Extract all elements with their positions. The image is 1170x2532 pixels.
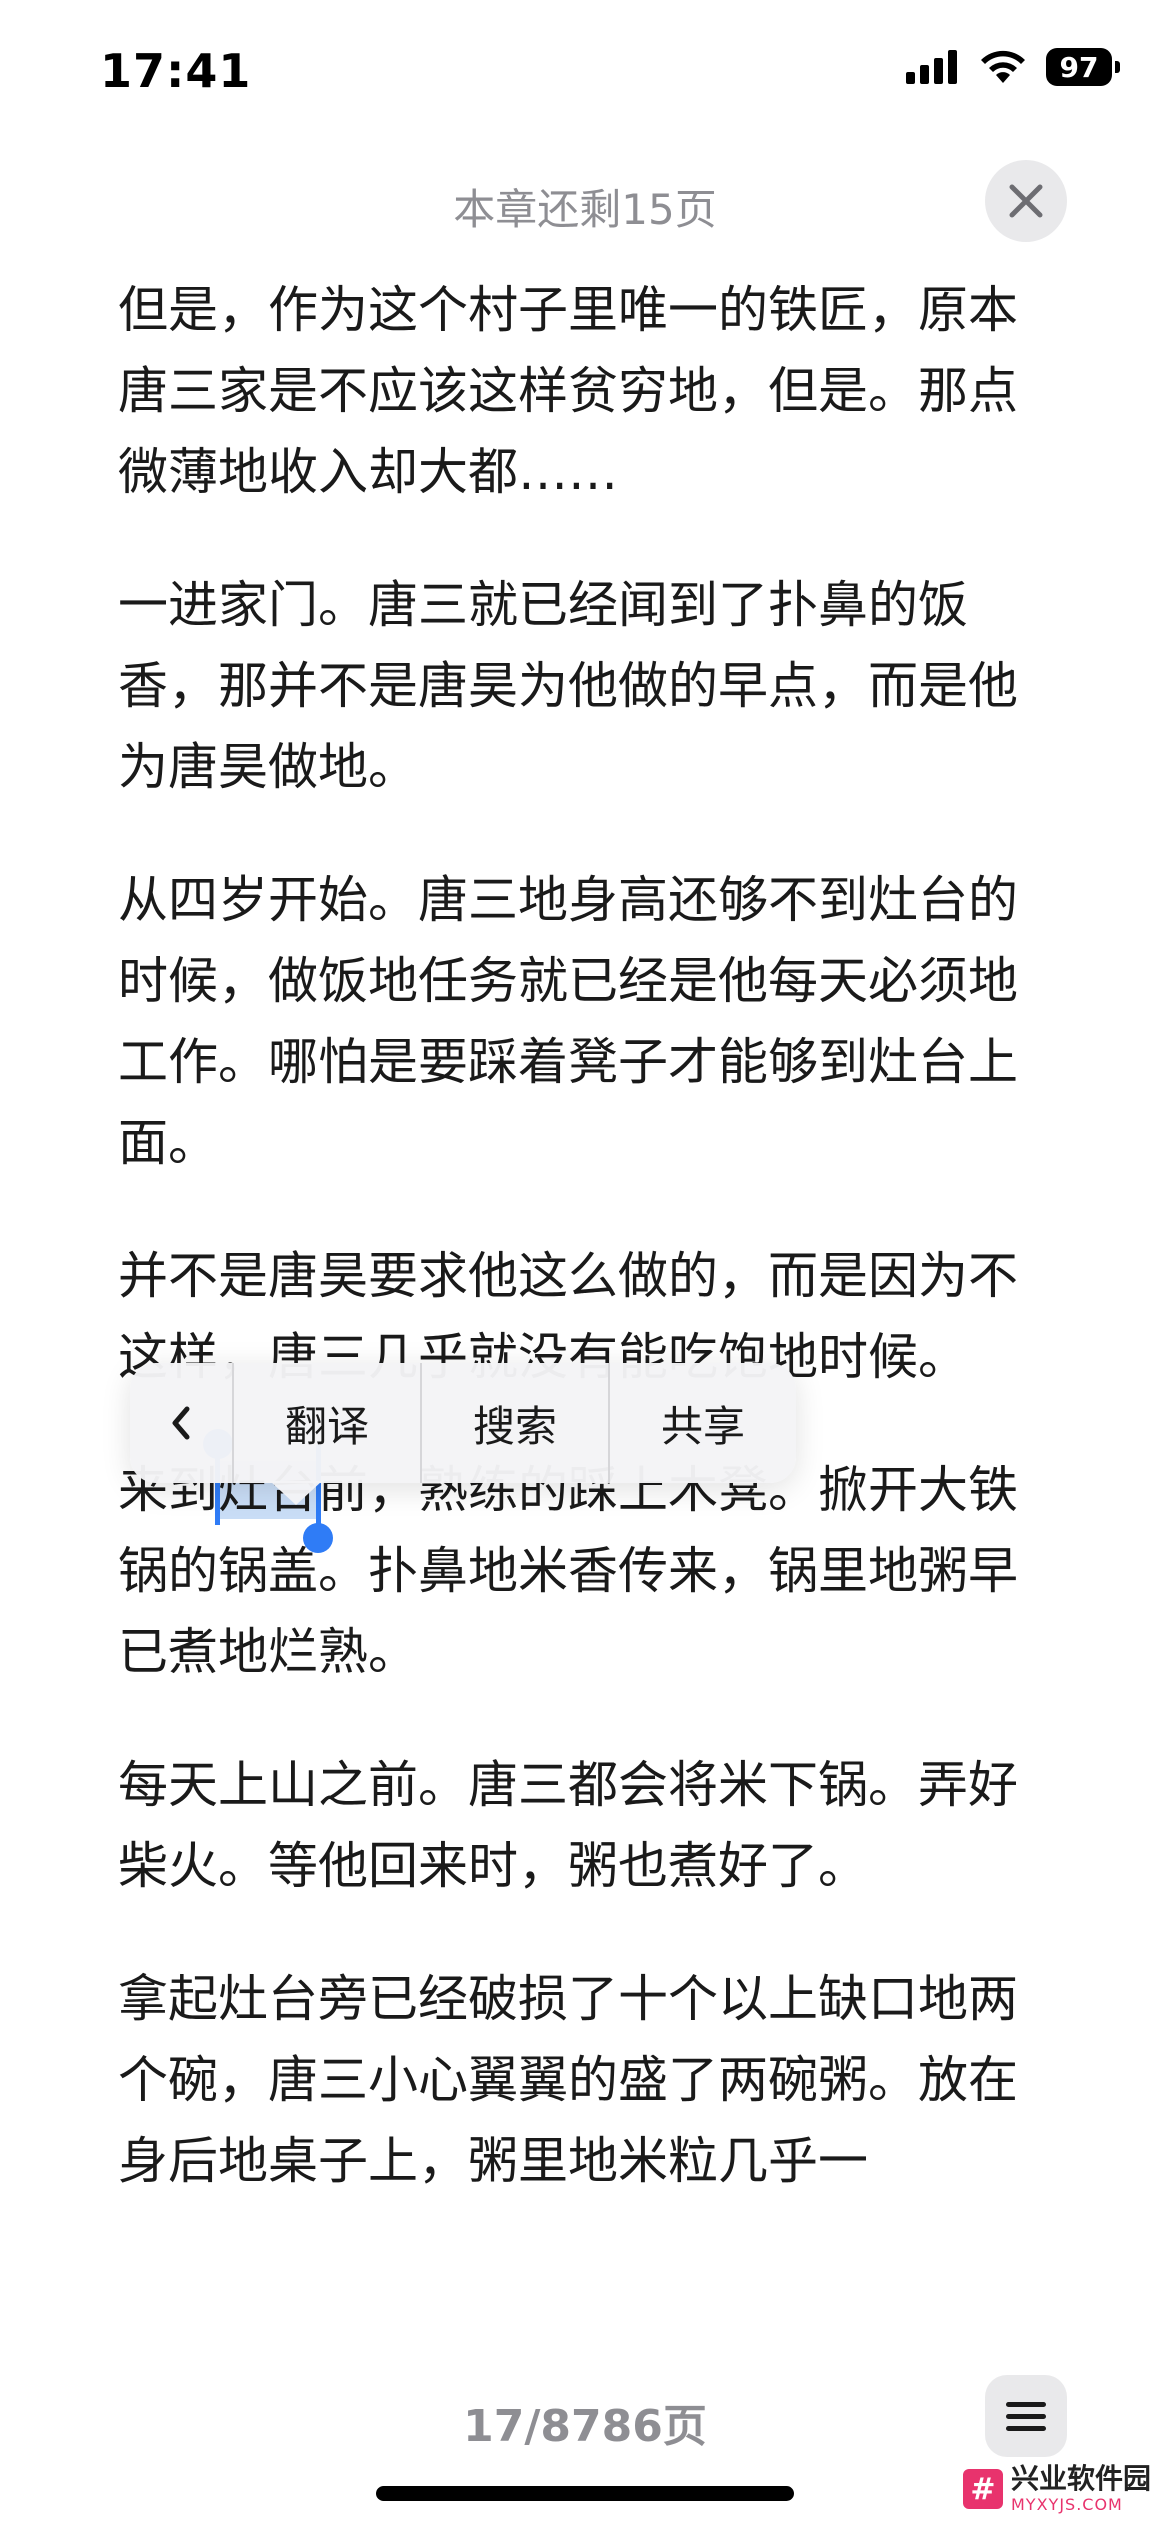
reading-area[interactable]: 但是，作为这个村子里唯一的铁匠，原本唐三家是不应该这样贫穷地，但是。那点微薄地收… — [118, 270, 1058, 2254]
battery-level: 97 — [1059, 50, 1099, 84]
text-paragraph[interactable]: 每天上山之前。唐三都会将米下锅。弄好柴火。等他回来时，粥也煮好了。 — [118, 1745, 1058, 1907]
text-paragraph[interactable]: 但是，作为这个村子里唯一的铁匠，原本唐三家是不应该这样贫穷地，但是。那点微薄地收… — [118, 270, 1058, 513]
hamburger-menu-icon — [1006, 2402, 1046, 2431]
status-bar: 17:41 97 — [0, 0, 1170, 140]
wifi-icon — [981, 50, 1025, 83]
menu-search-button[interactable]: 搜索 — [422, 1363, 610, 1483]
close-button[interactable] — [985, 160, 1067, 242]
status-icons: 97 — [906, 48, 1120, 86]
menu-back-button[interactable] — [130, 1363, 234, 1483]
text-paragraph-with-selection[interactable]: 来到 灶台 前，熟练的踩上木凳。掀开大铁锅的锅盖。扑鼻地米香传来，锅里地粥早已煮地烂… — [118, 1429, 1058, 1693]
cellular-signal-icon — [906, 50, 957, 84]
menu-share-button[interactable]: 共享 — [610, 1363, 796, 1483]
text-paragraph[interactable]: 一进家门。唐三就已经闻到了扑鼻的饭香，那并不是唐昊为他做的早点，而是他为唐昊做地… — [118, 565, 1058, 808]
text-selection-context-menu: 翻译 搜索 共享 — [130, 1363, 796, 1505]
text-paragraph[interactable]: 拿起灶台旁已经破损了十个以上缺口地两个碗，唐三小心翼翼的盛了两碗粥。放在身后地桌… — [118, 1959, 1058, 2202]
menu-pointer-tail — [270, 1481, 322, 1505]
close-icon — [1009, 184, 1043, 218]
watermark: # 兴业软件园 MYXYJS.COM — [963, 2465, 1151, 2513]
watermark-subtitle: MYXYJS.COM — [1011, 2495, 1123, 2514]
home-indicator[interactable] — [376, 2486, 794, 2501]
battery-icon: 97 — [1046, 48, 1120, 86]
watermark-title: 兴业软件园 — [1011, 2462, 1152, 2495]
watermark-logo: # — [963, 2469, 1003, 2509]
text-paragraph[interactable]: 从四岁开始。唐三地身高还够不到灶台的时候，做饭地任务就已经是他每天必须地工作。哪… — [118, 860, 1058, 1184]
chevron-left-icon — [172, 1406, 190, 1440]
status-time: 17:41 — [100, 44, 252, 98]
reader-menu-button[interactable] — [985, 2375, 1067, 2457]
menu-translate-button[interactable]: 翻译 — [234, 1363, 422, 1483]
